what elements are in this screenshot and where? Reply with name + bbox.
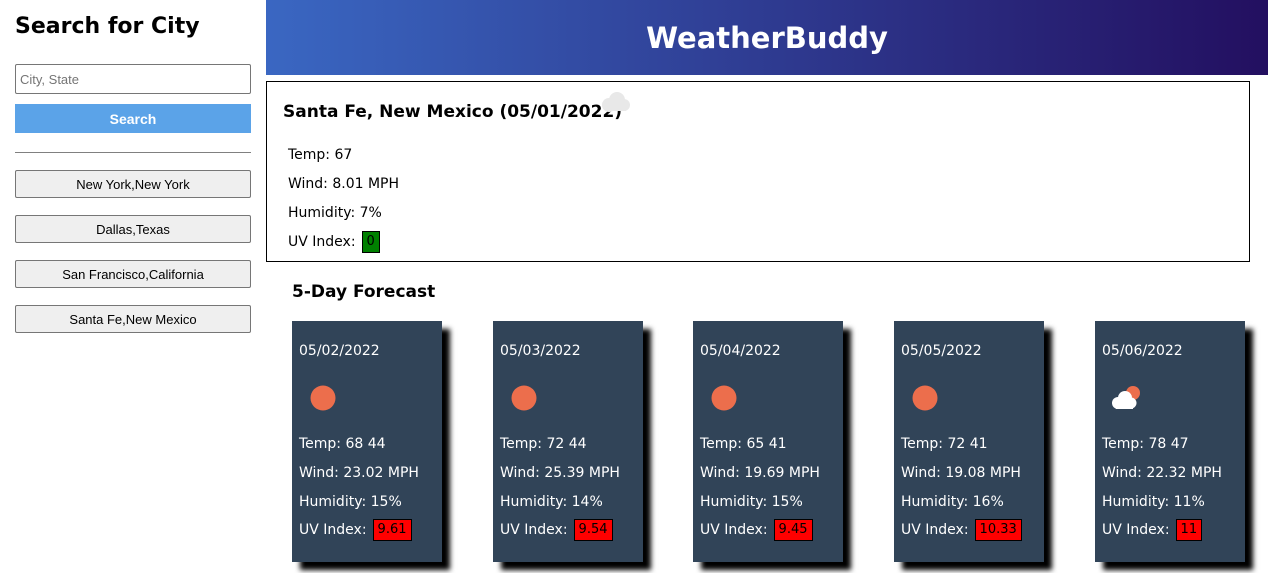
forecast-uv-row: UV Index: 9.54 — [500, 519, 613, 541]
current-temp: Temp: 67 — [288, 147, 353, 163]
city-search-input[interactable] — [15, 64, 251, 94]
sidebar-title: Search for City — [15, 14, 200, 39]
forecast-temp: Temp: 65 41 — [700, 436, 787, 452]
forecast-uv-row: UV Index: 10.33 — [901, 519, 1022, 541]
sun-icon — [910, 383, 940, 417]
forecast-temp: Temp: 72 44 — [500, 436, 587, 452]
forecast-uv-badge: 11 — [1175, 519, 1203, 541]
current-city-title: Santa Fe, New Mexico (05/01/2022) — [283, 102, 623, 122]
forecast-uv-label: UV Index: — [299, 522, 367, 538]
forecast-wind: Wind: 19.08 MPH — [901, 465, 1021, 481]
forecast-uv-row: UV Index: 9.45 — [700, 519, 813, 541]
forecast-card: 05/03/2022 Temp: 72 44 Wind: 25.39 MPH H… — [493, 321, 643, 562]
forecast-wind: Wind: 25.39 MPH — [500, 465, 620, 481]
forecast-card: 05/04/2022 Temp: 65 41 Wind: 19.69 MPH H… — [693, 321, 843, 562]
forecast-humidity: Humidity: 15% — [299, 494, 402, 510]
history-button-new-york[interactable]: New York,New York — [15, 170, 251, 198]
forecast-temp: Temp: 78 47 — [1102, 436, 1189, 452]
forecast-uv-label: UV Index: — [500, 522, 568, 538]
forecast-uv-badge: 10.33 — [974, 519, 1022, 541]
app-title: WeatherBuddy — [646, 20, 888, 55]
forecast-card: 05/05/2022 Temp: 72 41 Wind: 19.08 MPH H… — [894, 321, 1044, 562]
forecast-date: 05/06/2022 — [1102, 343, 1183, 359]
forecast-date: 05/02/2022 — [299, 343, 380, 359]
sun-icon — [308, 383, 338, 417]
forecast-uv-badge: 9.61 — [372, 519, 412, 541]
forecast-wind: Wind: 22.32 MPH — [1102, 465, 1222, 481]
current-uv-label: UV Index: — [288, 234, 356, 250]
sun-icon — [509, 383, 539, 417]
forecast-uv-label: UV Index: — [700, 522, 768, 538]
forecast-temp: Temp: 72 41 — [901, 436, 988, 452]
forecast-card: 05/02/2022 Temp: 68 44 Wind: 23.02 MPH H… — [292, 321, 442, 562]
cloud-icon — [597, 89, 633, 119]
current-uv-badge: 0 — [361, 231, 380, 253]
forecast-date: 05/04/2022 — [700, 343, 781, 359]
current-uv-row: UV Index: 0 — [288, 231, 380, 253]
forecast-temp: Temp: 68 44 — [299, 436, 386, 452]
forecast-date: 05/05/2022 — [901, 343, 982, 359]
current-humidity: Humidity: 7% — [288, 205, 382, 221]
partly-cloudy-icon — [1109, 383, 1145, 417]
forecast-uv-label: UV Index: — [1102, 522, 1170, 538]
forecast-wind: Wind: 19.69 MPH — [700, 465, 820, 481]
forecast-uv-row: UV Index: 11 — [1102, 519, 1203, 541]
forecast-humidity: Humidity: 15% — [700, 494, 803, 510]
forecast-humidity: Humidity: 16% — [901, 494, 1004, 510]
forecast-wind: Wind: 23.02 MPH — [299, 465, 419, 481]
current-wind: Wind: 8.01 MPH — [288, 176, 400, 192]
history-button-santa-fe[interactable]: Santa Fe,New Mexico — [15, 305, 251, 333]
current-weather-panel: Santa Fe, New Mexico (05/01/2022) Temp: … — [266, 81, 1250, 262]
forecast-uv-label: UV Index: — [901, 522, 969, 538]
app-header: WeatherBuddy — [266, 0, 1268, 75]
forecast-uv-badge: 9.45 — [773, 519, 813, 541]
forecast-uv-row: UV Index: 9.61 — [299, 519, 412, 541]
forecast-card: 05/06/2022 Temp: 78 47 Wind: 22.32 MPH H… — [1095, 321, 1245, 562]
divider — [15, 152, 251, 153]
history-button-san-francisco[interactable]: San Francisco,California — [15, 260, 251, 288]
forecast-title: 5-Day Forecast — [292, 282, 436, 302]
sidebar: Search for City Search New York,New York… — [0, 0, 266, 573]
forecast-uv-badge: 9.54 — [573, 519, 613, 541]
sun-icon — [709, 383, 739, 417]
history-button-dallas[interactable]: Dallas,Texas — [15, 215, 251, 243]
forecast-humidity: Humidity: 11% — [1102, 494, 1205, 510]
forecast-date: 05/03/2022 — [500, 343, 581, 359]
forecast-humidity: Humidity: 14% — [500, 494, 603, 510]
search-button[interactable]: Search — [15, 104, 251, 133]
